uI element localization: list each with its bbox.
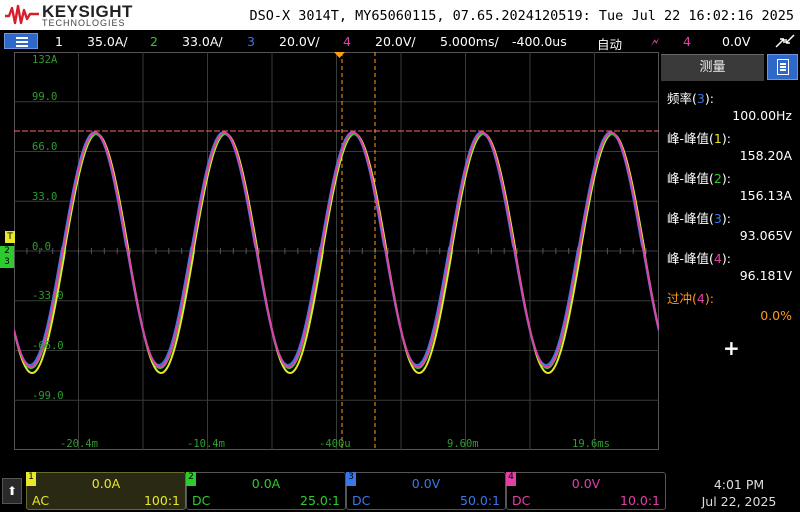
ch1-probe: 100:1 — [143, 493, 180, 508]
measure-name: 峰-峰值 — [667, 131, 710, 146]
measure-label[interactable]: 过冲(4): — [667, 288, 714, 307]
up-arrow-icon[interactable]: ⬆ — [2, 478, 22, 504]
ch2-box[interactable]: 2 0.0A DC 25.0:1 — [186, 472, 346, 510]
measure-value: 96.181V — [739, 268, 792, 283]
delay[interactable]: -400.0us — [512, 34, 567, 49]
doc-line — [780, 63, 786, 65]
measure-channel: 3 — [696, 91, 705, 106]
measure-channel: 3 — [713, 211, 722, 226]
measure-name: 峰-峰值 — [667, 251, 710, 266]
timebase[interactable]: 5.000ms/ — [440, 34, 499, 49]
waveform-display[interactable]: 132A 99.0 66.0 33.0 0.0 -33.0 -66.0 -99.… — [14, 52, 659, 450]
settings-bar: 1 35.0A/ 2 33.0A/ 3 20.0V/ 4 20.0V/ 5.00… — [0, 30, 800, 52]
add-measurement-button[interactable]: + — [723, 336, 740, 360]
y-tick-label: 66.0 — [32, 141, 58, 153]
trigger-source[interactable]: 4 — [683, 34, 691, 49]
ch3-offset: 0.0V — [411, 476, 441, 491]
ch1-box[interactable]: 1 0.0A AC 100:1 — [26, 472, 186, 510]
y-tick-label: 99.0 — [32, 91, 58, 103]
measure-value: 0.0% — [760, 308, 792, 323]
x-tick-label: -20.4m — [60, 438, 98, 450]
ch3-box[interactable]: 3 0.0V DC 50.0:1 — [346, 472, 506, 510]
trigger-position-marker[interactable] — [334, 52, 345, 58]
ch2-ground-marker[interactable]: 23 — [0, 246, 14, 268]
clock: 4:01 PM Jul 22, 2025 — [684, 476, 794, 510]
measure-label[interactable]: 峰-峰值(3): — [667, 208, 731, 227]
y-tick-label: -66.0 — [32, 340, 64, 352]
measure-value: 100.00Hz — [732, 108, 792, 123]
y-tick-label: 132A — [32, 54, 58, 66]
ch1-number[interactable]: 1 — [55, 34, 63, 49]
ch4-coupling: DC — [512, 493, 531, 508]
brand-subtitle: TECHNOLOGIES — [42, 18, 126, 28]
ch2-number[interactable]: 2 — [150, 34, 158, 49]
ch3-scale[interactable]: 20.0V/ — [279, 34, 320, 49]
x-tick-label: -10.4m — [187, 438, 225, 450]
document-icon[interactable] — [767, 54, 798, 80]
ch3-coupling: DC — [352, 493, 371, 508]
x-tick-label: 9.60m — [447, 438, 479, 450]
menu-line — [16, 41, 28, 43]
measure-label[interactable]: 峰-峰值(4): — [667, 248, 731, 267]
measure-tab[interactable]: 测量 — [661, 54, 764, 81]
measure-value: 93.065V — [739, 228, 792, 243]
ch1-ground-marker[interactable]: T — [5, 231, 15, 243]
document-shape — [777, 59, 789, 75]
pan-arrows-icon[interactable] — [774, 33, 796, 49]
doc-line — [780, 66, 786, 68]
clock-date: Jul 22, 2025 — [701, 494, 777, 509]
ch2-coupling: DC — [192, 493, 211, 508]
measure-name: 峰-峰值 — [667, 171, 710, 186]
ch2-scale[interactable]: 33.0A/ — [182, 34, 223, 49]
measure-label[interactable]: 频率(3): — [667, 88, 714, 107]
main-menu-button[interactable] — [4, 33, 38, 49]
y-tick-label: 0.0 — [32, 241, 51, 253]
ch4-offset: 0.0V — [571, 476, 601, 491]
ch4-box[interactable]: 4 0.0V DC 10.0:1 — [506, 472, 666, 510]
trigger-edge-icon[interactable]: 🗲 — [651, 34, 659, 50]
keysight-logo-icon — [5, 4, 39, 25]
doc-line — [780, 69, 786, 71]
measure-label[interactable]: 峰-峰值(1): — [667, 128, 731, 147]
ch4-probe: 10.0:1 — [620, 493, 660, 508]
measurement-panel: 测量 频率(3): 100.00Hz 峰-峰值(1): 158.20A 峰-峰值… — [661, 52, 800, 450]
ch3-number[interactable]: 3 — [247, 34, 255, 49]
ch1-scale[interactable]: 35.0A/ — [87, 34, 128, 49]
y-tick-label: -33.0 — [32, 290, 64, 302]
ch1-coupling: AC — [32, 493, 50, 508]
trigger-level[interactable]: 0.0V — [722, 34, 750, 49]
y-tick-label: 33.0 — [32, 191, 58, 203]
instrument-title: DSO-X 3014T, MY65060115, 07.65.202412051… — [249, 8, 794, 24]
menu-line — [16, 37, 28, 39]
x-tick-label: 19.6ms — [572, 438, 610, 450]
measure-name: 频率 — [667, 91, 693, 106]
clock-time: 4:01 PM — [713, 477, 765, 492]
ch1-offset: 0.0A — [91, 476, 121, 491]
measure-label[interactable]: 峰-峰值(2): — [667, 168, 731, 187]
ch3-probe: 50.0:1 — [460, 493, 500, 508]
measure-value: 158.20A — [739, 148, 792, 163]
y-tick-label: -99.0 — [32, 390, 64, 402]
measure-name: 峰-峰值 — [667, 211, 710, 226]
x-tick-label: -400u — [319, 438, 351, 450]
measure-channel: 1 — [713, 131, 722, 146]
graticule — [14, 52, 659, 450]
measure-value: 156.13A — [739, 188, 792, 203]
trigger-mode[interactable]: 自动 — [597, 34, 622, 53]
ch2-probe: 25.0:1 — [300, 493, 340, 508]
menu-line — [16, 45, 28, 47]
ch2-offset: 0.0A — [251, 476, 281, 491]
ch4-number[interactable]: 4 — [343, 34, 351, 49]
ch4-scale[interactable]: 20.0V/ — [375, 34, 416, 49]
measure-channel: 2 — [713, 171, 722, 186]
measure-name: 过冲 — [667, 291, 693, 306]
title-bar: KEYSIGHT TECHNOLOGIES DSO-X 3014T, MY650… — [0, 0, 800, 30]
measure-channel: 4 — [713, 251, 722, 266]
measure-channel: 4 — [696, 291, 705, 306]
